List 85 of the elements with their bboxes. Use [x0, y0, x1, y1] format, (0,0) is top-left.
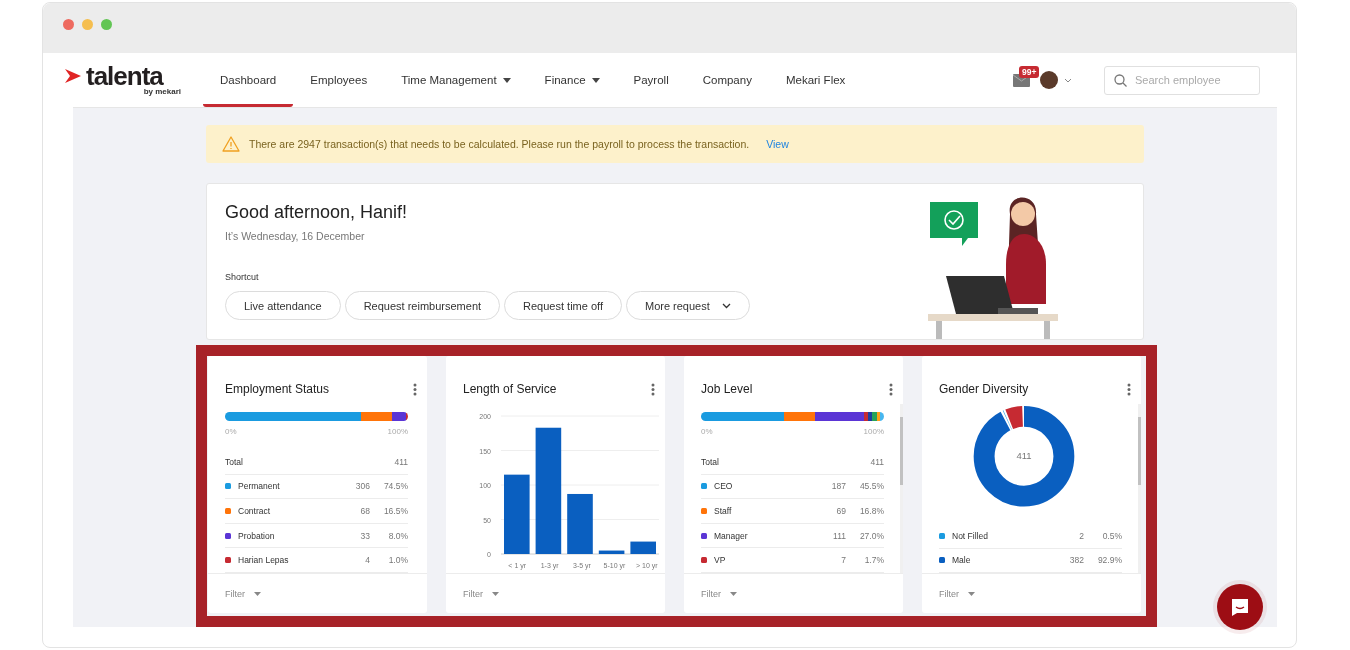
nav-tab[interactable]: Payroll [616, 53, 686, 107]
caret-icon [730, 591, 737, 596]
legend-label: Manager [714, 530, 749, 541]
more-icon[interactable] [1127, 382, 1131, 396]
shortcut-button[interactable]: Request reimbursement [344, 291, 501, 320]
filter-dropdown[interactable]: Filter [225, 588, 261, 599]
widget-title: Job Level [701, 382, 753, 396]
legend-count: 111 [832, 530, 846, 541]
more-icon[interactable] [651, 382, 655, 396]
logo-text: talenta [86, 64, 163, 88]
chat-button[interactable] [1217, 584, 1263, 630]
legend-count: 7 [840, 555, 846, 566]
scale-label: 0% [225, 426, 237, 436]
bar [630, 541, 656, 554]
total-value: 411 [869, 456, 884, 467]
scale-label: 100% [863, 426, 884, 436]
legend-label: Probation [238, 530, 276, 541]
legend-percent: 27.0% [858, 530, 884, 541]
legend-label: Harian Lepas [238, 555, 290, 566]
legend-count: 382 [1068, 555, 1084, 566]
view-link[interactable]: View [766, 138, 789, 150]
legend-percent: 0.5% [1101, 531, 1122, 542]
legend-count: 33 [359, 530, 370, 541]
more-icon[interactable] [889, 382, 893, 396]
nav-tab[interactable]: Time Management [384, 53, 528, 107]
warning-icon [222, 136, 240, 152]
legend-count: 68 [359, 506, 370, 517]
total-label: Total [701, 456, 720, 467]
legend-percent: 92.9% [1096, 555, 1122, 566]
greeting-title: Good afternoon, Hanif! [225, 202, 409, 223]
search-field[interactable]: Search employee [1104, 65, 1260, 95]
legend-count: 4 [364, 555, 370, 566]
logo-tagline: by mekari [143, 87, 181, 96]
legend-label: Permanent [238, 481, 281, 492]
nav-tab[interactable]: Company [685, 53, 769, 107]
legend-count: 187 [830, 481, 846, 492]
bar [598, 550, 625, 554]
legend-percent: 1.7% [863, 555, 884, 566]
nav-tab[interactable]: Employees [293, 53, 385, 107]
legend-count: 69 [835, 506, 846, 517]
logo-icon [65, 69, 81, 83]
legend-percent: 8.0% [387, 530, 408, 541]
close-button[interactable] [63, 18, 74, 30]
donut-total: 411 [1016, 450, 1032, 462]
widget-title: Length of Service [463, 382, 557, 396]
widget-title: Gender Diversity [939, 382, 1029, 396]
search-icon [1114, 73, 1127, 87]
nav-tab[interactable]: Finance [527, 53, 617, 107]
filter-dropdown[interactable]: Filter [701, 588, 737, 599]
legend-count: 306 [354, 481, 370, 492]
total-label: Total [225, 456, 244, 467]
scale-label: 0% [701, 426, 713, 436]
scale-label: 100% [387, 426, 408, 436]
chevron-icon[interactable] [1064, 77, 1072, 83]
caret-icon [254, 591, 261, 596]
legend-percent: 74.5% [382, 481, 408, 492]
shortcut-button[interactable]: More request [625, 291, 750, 320]
banner-message: There are 2947 transaction(s) that needs to be calculated. Please run the payroll to process the transaction. [249, 138, 750, 150]
legend-count: 2 [1078, 531, 1084, 542]
caret-icon [968, 591, 975, 596]
legend-label: Contract [238, 506, 272, 517]
legend-label: Not Filled [952, 531, 989, 542]
widget-title: Employment Status [225, 382, 330, 396]
notification-badge: 99+ [1019, 65, 1040, 78]
legend-label: VP [714, 555, 727, 566]
shortcut-button[interactable]: Live attendance [225, 291, 341, 320]
legend-percent: 16.8% [858, 506, 884, 517]
legend-percent: 1.0% [387, 555, 408, 566]
legend-percent: 16.5% [382, 506, 408, 517]
avatar[interactable] [1040, 71, 1058, 89]
chat-icon [1230, 597, 1250, 617]
caret-icon [492, 591, 499, 596]
nav-tab[interactable]: Mekari Flex [768, 53, 863, 107]
total-value: 411 [393, 456, 408, 467]
legend-label: CEO [714, 481, 734, 492]
legend-label: Staff [714, 506, 733, 517]
date-text: It’s Wednesday, 16 December [225, 230, 366, 242]
more-icon[interactable] [413, 382, 417, 396]
filter-dropdown[interactable]: Filter [939, 588, 975, 599]
legend-percent: 45.5% [858, 481, 884, 492]
shortcut-button[interactable]: Request time off [504, 291, 622, 320]
filter-dropdown[interactable]: Filter [463, 588, 499, 599]
legend-label: Male [952, 555, 972, 566]
shortcut-label: Shortcut [225, 272, 260, 282]
bar [567, 493, 593, 554]
